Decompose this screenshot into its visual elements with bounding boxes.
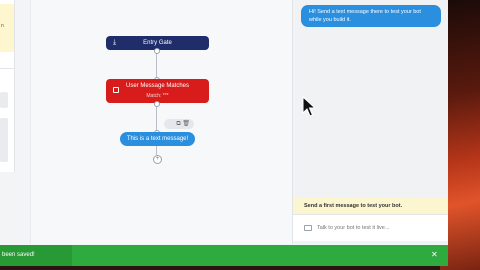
mouse-pointer-icon — [302, 96, 316, 117]
node-output-handle[interactable] — [154, 48, 160, 54]
sidebar-notice-text: n — [1, 23, 4, 29]
left-sidebar: n — [0, 0, 15, 172]
user-message-matches-node[interactable]: User Message Matches Match: *** — [106, 79, 209, 103]
entry-gate-label: Entry Gate — [143, 40, 172, 46]
bot-builder-window: n ⤓ Entry Gate User Message Matches Matc… — [0, 0, 448, 266]
text-message-node[interactable]: This is a text message! — [120, 132, 195, 146]
chat-input[interactable] — [315, 222, 429, 234]
bot-chat-text: Hi! Send a text message there to test yo… — [309, 9, 421, 23]
test-prompt-text: Send a first message to test your bot. — [304, 203, 403, 209]
test-simulator-panel: Hi! Send a text message there to test yo… — [292, 0, 448, 244]
connector-line — [156, 50, 157, 79]
chat-input-row — [293, 214, 448, 241]
match-node-subtitle: Match: *** — [146, 93, 169, 99]
save-toast: been saved! ✕ — [0, 245, 448, 266]
sidebar-field-large[interactable] — [0, 118, 8, 162]
test-prompt-banner: Send a first message to test your bot. — [293, 198, 448, 214]
match-node-title: User Message Matches — [125, 83, 190, 89]
node-output-handle[interactable] — [154, 101, 160, 107]
connector-line — [156, 146, 157, 155]
sidebar-field[interactable] — [0, 92, 8, 108]
close-icon[interactable]: ✕ — [431, 250, 438, 260]
copy-trash-icons[interactable]: ⧉ 🗑 — [176, 121, 190, 127]
sidebar-notice: n — [0, 4, 14, 52]
download-icon: ⤓ — [113, 39, 117, 46]
add-node-button[interactable]: + — [153, 155, 162, 164]
toast-message: been saved! — [2, 252, 35, 258]
bot-chat-bubble: Hi! Send a text message there to test yo… — [301, 5, 441, 27]
plus-icon: + — [155, 156, 160, 162]
text-message-label: This is a text message! — [126, 136, 189, 142]
keyboard-icon — [304, 225, 312, 231]
node-toolbar[interactable]: ⧉ 🗑 — [164, 119, 194, 129]
connector-line — [156, 103, 157, 132]
